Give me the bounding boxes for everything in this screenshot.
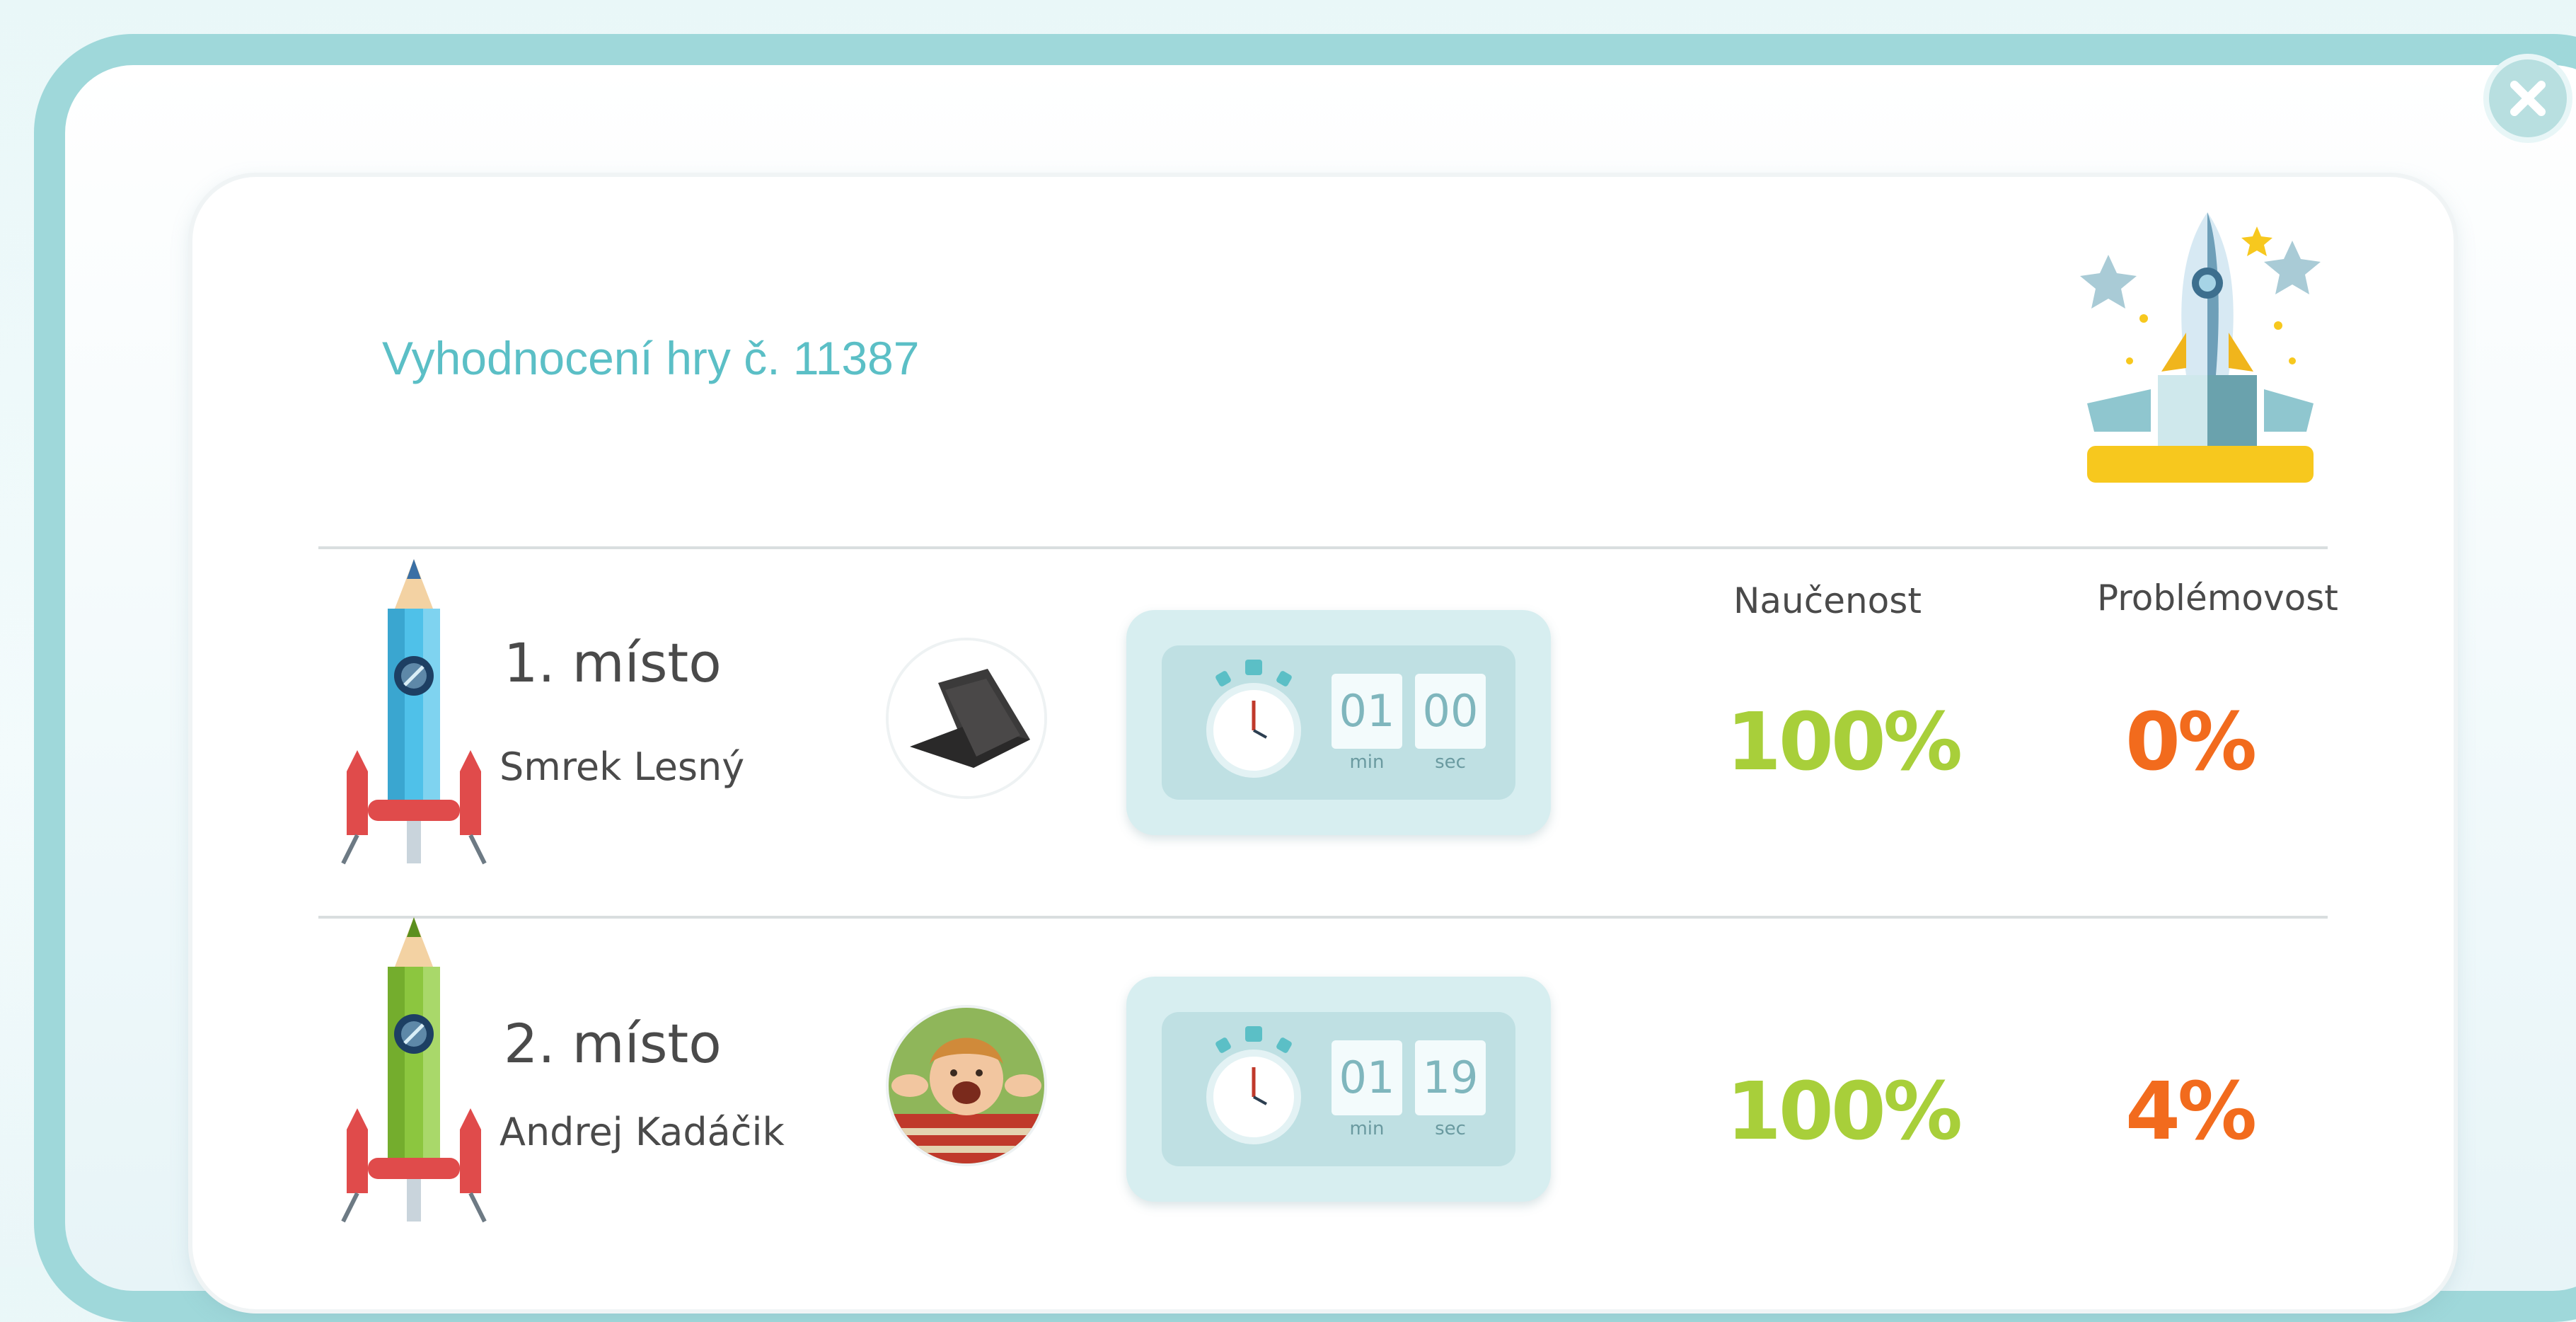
stopwatch-icon <box>1206 660 1301 778</box>
seconds-value: 19 <box>1415 1040 1486 1115</box>
time-display: 01 00 min sec <box>1126 610 1551 835</box>
divider <box>318 546 2328 549</box>
column-header-learned: Naučenost <box>1733 580 1922 621</box>
player-name: Smrek Lesný <box>499 745 745 789</box>
timer-panel: 01 00 min sec <box>1162 645 1515 800</box>
learned-percent: 100% <box>1726 1066 1963 1158</box>
minutes-unit: min <box>1349 1118 1385 1139</box>
child-avatar <box>889 1008 1044 1163</box>
player-avatar <box>889 1008 1044 1163</box>
divider <box>318 916 2328 919</box>
minutes-value: 01 <box>1332 674 1402 749</box>
problems-percent: 0% <box>2125 696 2257 788</box>
seconds-value: 00 <box>1415 674 1486 749</box>
learned-percent: 100% <box>1726 696 1963 788</box>
time-display: 01 19 min sec <box>1126 977 1551 1202</box>
rocket-trophy-icon <box>2080 212 2321 483</box>
player-name: Andrej Kadáčik <box>499 1110 785 1154</box>
problems-percent: 4% <box>2125 1066 2257 1158</box>
minutes-value: 01 <box>1332 1040 1402 1115</box>
minutes-unit: min <box>1349 752 1385 773</box>
laptop-avatar <box>889 640 1044 796</box>
place-label: 2. místo <box>504 1012 722 1075</box>
stopwatch-icon <box>1206 1026 1301 1144</box>
game-title: Vyhodnocení hry č. 11387 <box>382 332 920 384</box>
place-label: 1. místo <box>504 631 722 694</box>
seconds-unit: sec <box>1435 752 1466 773</box>
close-button[interactable] <box>2483 54 2572 143</box>
green-rocket-icon <box>341 917 487 1223</box>
column-header-problems: Problémovost <box>2097 577 2338 619</box>
player-avatar <box>889 640 1044 796</box>
close-x-icon <box>2510 81 2546 116</box>
timer-panel: 01 19 min sec <box>1162 1012 1515 1166</box>
seconds-unit: sec <box>1435 1118 1466 1139</box>
blue-rocket-icon <box>341 559 487 865</box>
